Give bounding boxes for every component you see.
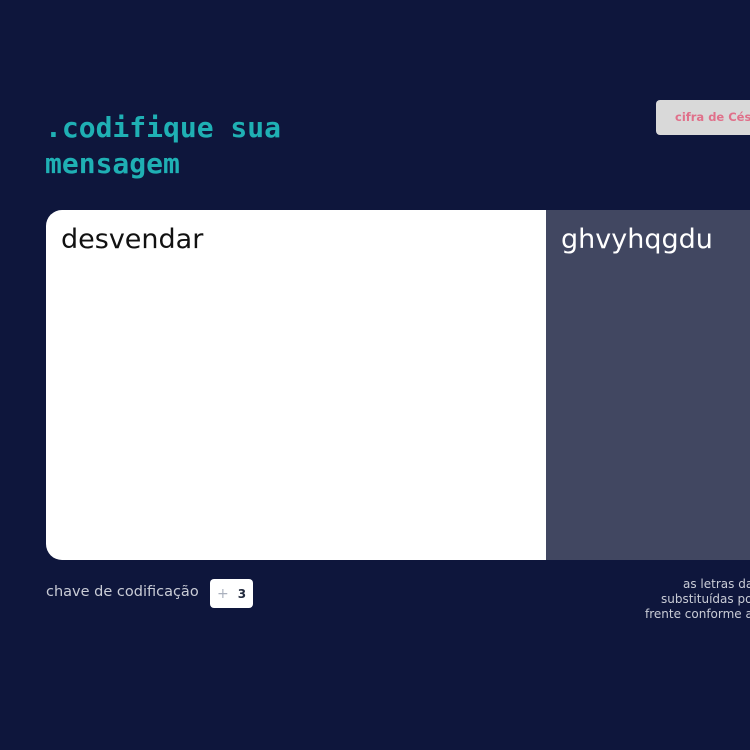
key-value[interactable]: 3: [238, 587, 246, 601]
cipher-description-line1: as letras da: [683, 577, 750, 591]
cipher-method-button[interactable]: cifra de César: [656, 100, 750, 135]
io-panel: desvendar ghvyhqgdu: [46, 210, 750, 560]
page: .codifique suamensagem cifra de César de…: [0, 0, 750, 750]
key-label: chave de codificação: [46, 584, 199, 600]
key-stepper[interactable]: + 3: [210, 579, 253, 608]
page-title-line2: mensagem: [45, 147, 180, 180]
encoded-output: ghvyhqgdu: [546, 210, 750, 560]
cipher-description-line3: frente conforme a: [645, 607, 750, 621]
cipher-description-line2: substituídas por: [661, 592, 750, 606]
page-title-line1: .codifique sua: [45, 111, 282, 144]
page-title: .codifique sua mensagem: [45, 110, 345, 182]
plus-icon[interactable]: +: [217, 587, 229, 601]
cipher-description: as letras da substituídas por frente con…: [600, 577, 750, 622]
message-input[interactable]: desvendar: [46, 210, 546, 560]
